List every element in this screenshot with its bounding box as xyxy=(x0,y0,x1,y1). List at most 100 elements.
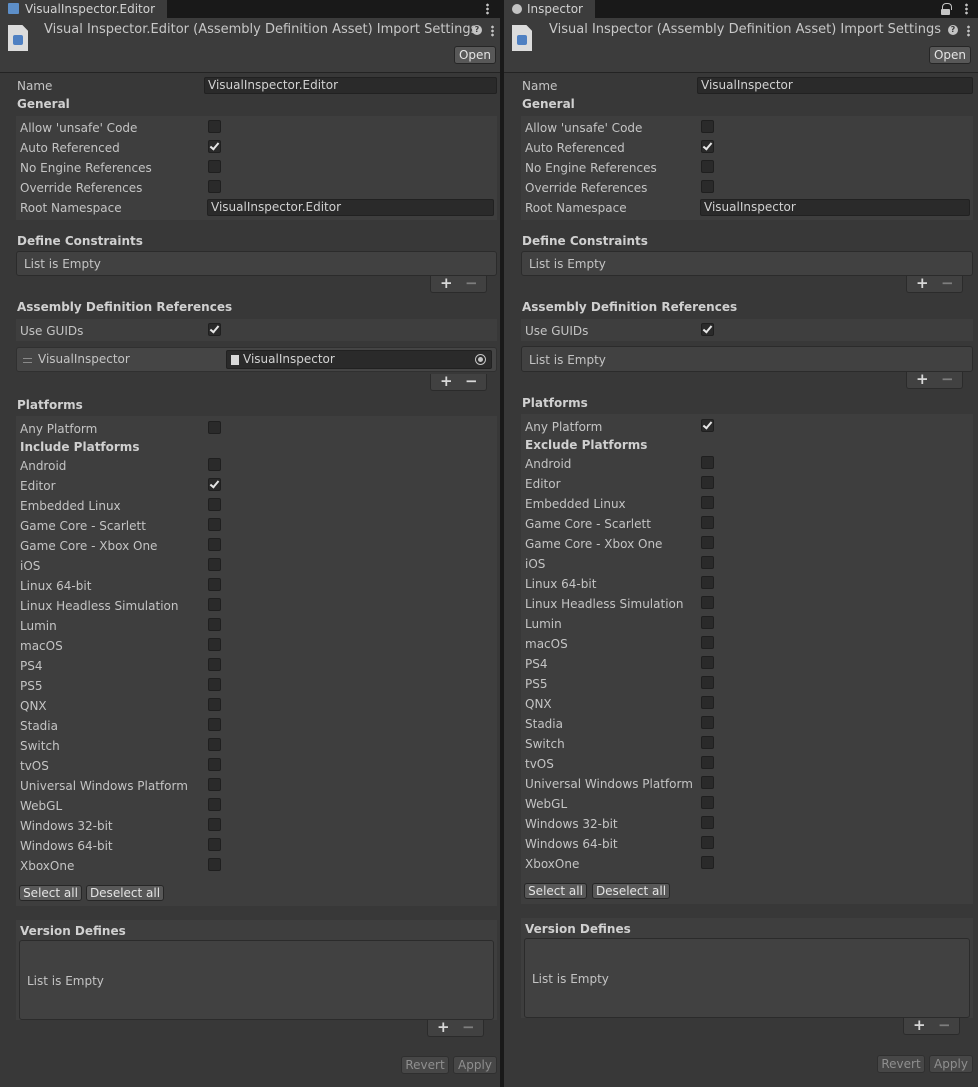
platform-checkbox[interactable] xyxy=(208,838,221,851)
platform-checkbox[interactable] xyxy=(208,618,221,631)
platform-checkbox[interactable] xyxy=(701,496,714,509)
help-icon[interactable]: ? xyxy=(948,25,958,35)
apply-button[interactable]: Apply xyxy=(453,1056,497,1074)
plus-icon[interactable]: + xyxy=(916,276,929,291)
platform-checkbox[interactable] xyxy=(208,678,221,691)
revert-button[interactable]: Revert xyxy=(401,1056,449,1074)
override-references-checkbox[interactable] xyxy=(208,180,221,193)
minus-icon[interactable]: − xyxy=(462,1020,475,1035)
plus-icon[interactable]: + xyxy=(913,1018,926,1033)
kebab-menu-icon[interactable] xyxy=(965,3,968,15)
allow-unsafe-label: Allow 'unsafe' Code xyxy=(525,121,643,135)
reference-list-item[interactable]: VisualInspector VisualInspector xyxy=(16,347,497,372)
asset-icon xyxy=(231,355,239,365)
no-engine-references-checkbox[interactable] xyxy=(208,160,221,173)
root-namespace-field[interactable]: VisualInspector xyxy=(700,199,970,216)
platform-checkbox[interactable] xyxy=(208,518,221,531)
object-picker-icon[interactable] xyxy=(475,354,486,365)
platform-checkbox[interactable] xyxy=(208,558,221,571)
platform-checkbox[interactable] xyxy=(701,796,714,809)
platform-checkbox[interactable] xyxy=(208,758,221,771)
platform-checkbox[interactable] xyxy=(208,818,221,831)
use-guids-checkbox[interactable] xyxy=(208,323,221,336)
minus-icon[interactable]: − xyxy=(941,276,954,291)
platform-checkbox[interactable] xyxy=(701,656,714,669)
minus-icon[interactable]: − xyxy=(465,276,478,291)
auto-referenced-checkbox[interactable] xyxy=(208,140,221,153)
kebab-menu-icon[interactable] xyxy=(491,25,494,37)
select-all-button[interactable]: Select all xyxy=(19,885,82,901)
platform-checkbox[interactable] xyxy=(701,816,714,829)
open-button[interactable]: Open xyxy=(929,46,971,64)
platform-checkbox[interactable] xyxy=(701,756,714,769)
any-platform-checkbox[interactable] xyxy=(208,421,221,434)
platform-checkbox[interactable] xyxy=(208,798,221,811)
platform-checkbox[interactable] xyxy=(701,476,714,489)
platform-checkbox[interactable] xyxy=(208,698,221,711)
allow-unsafe-checkbox[interactable] xyxy=(701,120,714,133)
version-defines-header: Version Defines xyxy=(20,924,126,938)
help-icon[interactable]: ? xyxy=(472,25,482,35)
platform-checkbox[interactable] xyxy=(701,456,714,469)
allow-unsafe-checkbox[interactable] xyxy=(208,120,221,133)
platform-checkbox[interactable] xyxy=(208,478,221,491)
platform-checkbox[interactable] xyxy=(208,638,221,651)
root-namespace-field[interactable]: VisualInspector.Editor xyxy=(207,199,494,216)
platform-checkbox[interactable] xyxy=(701,536,714,549)
platform-checkbox[interactable] xyxy=(701,776,714,789)
platform-checkbox[interactable] xyxy=(701,736,714,749)
plus-icon[interactable]: + xyxy=(440,374,453,389)
platform-checkbox[interactable] xyxy=(208,598,221,611)
reference-object-value: VisualInspector xyxy=(243,352,335,366)
platform-checkbox[interactable] xyxy=(208,858,221,871)
use-guids-checkbox[interactable] xyxy=(701,323,714,336)
allow-unsafe-label: Allow 'unsafe' Code xyxy=(20,121,138,135)
platform-checkbox[interactable] xyxy=(208,458,221,471)
platform-checkbox[interactable] xyxy=(701,636,714,649)
platform-checkbox[interactable] xyxy=(701,556,714,569)
kebab-menu-icon[interactable] xyxy=(486,3,489,15)
platform-checkbox[interactable] xyxy=(701,856,714,869)
auto-referenced-checkbox[interactable] xyxy=(701,140,714,153)
platform-checkbox[interactable] xyxy=(701,676,714,689)
select-all-button[interactable]: Select all xyxy=(524,883,587,899)
reference-object-field[interactable]: VisualInspector xyxy=(226,350,492,369)
platform-checkbox[interactable] xyxy=(701,836,714,849)
name-field[interactable]: VisualInspector xyxy=(697,77,973,94)
plus-icon[interactable]: + xyxy=(916,372,929,387)
apply-button[interactable]: Apply xyxy=(929,1055,973,1073)
platform-checkbox[interactable] xyxy=(701,516,714,529)
name-field[interactable]: VisualInspector.Editor xyxy=(204,77,497,94)
minus-icon[interactable]: − xyxy=(465,374,478,389)
any-platform-checkbox[interactable] xyxy=(701,419,714,432)
platform-checkbox[interactable] xyxy=(208,718,221,731)
minus-icon[interactable]: − xyxy=(938,1018,951,1033)
platform-label: Embedded Linux xyxy=(525,497,626,511)
plus-icon[interactable]: + xyxy=(440,276,453,291)
platform-checkbox[interactable] xyxy=(208,538,221,551)
override-references-checkbox[interactable] xyxy=(701,180,714,193)
no-engine-references-checkbox[interactable] xyxy=(701,160,714,173)
platform-checkbox[interactable] xyxy=(208,658,221,671)
plus-icon[interactable]: + xyxy=(437,1020,450,1035)
drag-handle-icon[interactable] xyxy=(23,358,32,363)
platform-checkbox[interactable] xyxy=(701,596,714,609)
platform-checkbox[interactable] xyxy=(208,578,221,591)
tab-inspector[interactable]: Inspector xyxy=(504,0,595,18)
platform-checkbox[interactable] xyxy=(701,716,714,729)
inspector-panel-right: Inspector Visual Inspector (Assembly Def… xyxy=(504,0,978,1087)
platform-checkbox[interactable] xyxy=(208,778,221,791)
lock-icon[interactable] xyxy=(941,3,952,15)
tab-visualinspector-editor[interactable]: VisualInspector.Editor xyxy=(0,0,168,18)
platform-checkbox[interactable] xyxy=(701,616,714,629)
platform-checkbox[interactable] xyxy=(701,696,714,709)
open-button[interactable]: Open xyxy=(454,46,496,64)
platform-checkbox[interactable] xyxy=(208,498,221,511)
deselect-all-button[interactable]: Deselect all xyxy=(592,883,670,899)
revert-button[interactable]: Revert xyxy=(877,1055,925,1073)
kebab-menu-icon[interactable] xyxy=(967,25,970,37)
minus-icon[interactable]: − xyxy=(941,372,954,387)
deselect-all-button[interactable]: Deselect all xyxy=(86,885,164,901)
platform-checkbox[interactable] xyxy=(701,576,714,589)
platform-checkbox[interactable] xyxy=(208,738,221,751)
